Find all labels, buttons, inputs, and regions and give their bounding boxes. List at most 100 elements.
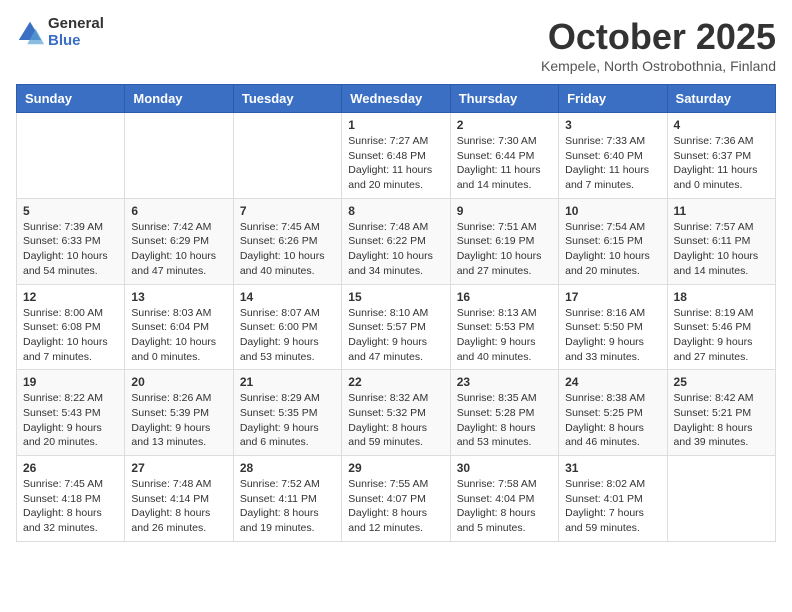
week-row-3: 12 Sunrise: 8:00 AM Sunset: 6:08 PM Dayli… xyxy=(17,284,776,370)
day-number: 22 xyxy=(348,375,443,389)
day-info: Sunrise: 7:48 AM Sunset: 4:14 PM Dayligh… xyxy=(131,477,226,536)
calendar-cell: 14 Sunrise: 8:07 AM Sunset: 6:00 PM Dayli… xyxy=(233,284,341,370)
day-number: 2 xyxy=(457,118,552,132)
day-info: Sunrise: 7:45 AM Sunset: 6:26 PM Dayligh… xyxy=(240,220,335,279)
calendar-cell: 13Sunrise: 8:03 AM Sunset: 6:04 PM Dayli… xyxy=(125,284,233,370)
calendar-cell: 12 Sunrise: 8:00 AM Sunset: 6:08 PM Dayli… xyxy=(17,284,125,370)
calendar-cell: 28 Sunrise: 7:52 AM Sunset: 4:11 PM Dayli… xyxy=(233,456,341,542)
logo: General Blue xyxy=(16,16,104,49)
day-info: Sunrise: 7:30 AM Sunset: 6:44 PM Dayligh… xyxy=(457,134,552,193)
calendar-cell: 23 Sunrise: 8:35 AM Sunset: 5:28 PM Dayli… xyxy=(450,370,558,456)
day-info: Sunrise: 8:00 AM Sunset: 6:08 PM Dayligh… xyxy=(23,306,118,365)
day-info: Sunrise: 8:19 AM Sunset: 5:46 PM Dayligh… xyxy=(674,306,769,365)
logo-text: General Blue xyxy=(48,16,104,49)
day-number: 25 xyxy=(674,375,769,389)
calendar-cell: 15 Sunrise: 8:10 AM Sunset: 5:57 PM Dayli… xyxy=(342,284,450,370)
calendar-cell xyxy=(233,113,341,199)
day-number: 19 xyxy=(23,375,118,389)
day-info: Sunrise: 8:26 AM Sunset: 5:39 PM Dayligh… xyxy=(131,391,226,450)
day-number: 9 xyxy=(457,204,552,218)
title-block: October 2025 Kempele, North Ostrobothnia… xyxy=(541,16,776,74)
day-info: Sunrise: 8:42 AM Sunset: 5:21 PM Dayligh… xyxy=(674,391,769,450)
day-number: 26 xyxy=(23,461,118,475)
day-number: 14 xyxy=(240,290,335,304)
day-number: 5 xyxy=(23,204,118,218)
day-info: Sunrise: 7:48 AM Sunset: 6:22 PM Dayligh… xyxy=(348,220,443,279)
week-row-5: 26 Sunrise: 7:45 AM Sunset: 4:18 PM Dayli… xyxy=(17,456,776,542)
day-info: Sunrise: 7:45 AM Sunset: 4:18 PM Dayligh… xyxy=(23,477,118,536)
calendar-cell: 25 Sunrise: 8:42 AM Sunset: 5:21 PM Dayli… xyxy=(667,370,775,456)
calendar-cell: 20 Sunrise: 8:26 AM Sunset: 5:39 PM Dayli… xyxy=(125,370,233,456)
calendar-cell: 9 Sunrise: 7:51 AM Sunset: 6:19 PM Daylig… xyxy=(450,198,558,284)
day-info: Sunrise: 8:29 AM Sunset: 5:35 PM Dayligh… xyxy=(240,391,335,450)
calendar-header-row: SundayMondayTuesdayWednesdayThursdayFrid… xyxy=(17,85,776,113)
calendar-cell: 16 Sunrise: 8:13 AM Sunset: 5:53 PM Dayli… xyxy=(450,284,558,370)
calendar: SundayMondayTuesdayWednesdayThursdayFrid… xyxy=(16,84,776,542)
calendar-cell: 30Sunrise: 7:58 AM Sunset: 4:04 PM Dayli… xyxy=(450,456,558,542)
day-number: 29 xyxy=(348,461,443,475)
day-header-thursday: Thursday xyxy=(450,85,558,113)
day-info: Sunrise: 8:35 AM Sunset: 5:28 PM Dayligh… xyxy=(457,391,552,450)
day-number: 12 xyxy=(23,290,118,304)
day-header-monday: Monday xyxy=(125,85,233,113)
day-header-saturday: Saturday xyxy=(667,85,775,113)
day-info: Sunrise: 8:16 AM Sunset: 5:50 PM Dayligh… xyxy=(565,306,660,365)
day-header-sunday: Sunday xyxy=(17,85,125,113)
day-number: 7 xyxy=(240,204,335,218)
day-header-wednesday: Wednesday xyxy=(342,85,450,113)
day-info: Sunrise: 8:02 AM Sunset: 4:01 PM Dayligh… xyxy=(565,477,660,536)
day-header-tuesday: Tuesday xyxy=(233,85,341,113)
day-number: 28 xyxy=(240,461,335,475)
calendar-cell: 7 Sunrise: 7:45 AM Sunset: 6:26 PM Daylig… xyxy=(233,198,341,284)
calendar-cell: 17 Sunrise: 8:16 AM Sunset: 5:50 PM Dayli… xyxy=(559,284,667,370)
day-info: Sunrise: 8:22 AM Sunset: 5:43 PM Dayligh… xyxy=(23,391,118,450)
calendar-cell: 1Sunrise: 7:27 AM Sunset: 6:48 PM Daylig… xyxy=(342,113,450,199)
day-number: 15 xyxy=(348,290,443,304)
day-info: Sunrise: 7:52 AM Sunset: 4:11 PM Dayligh… xyxy=(240,477,335,536)
calendar-cell: 29Sunrise: 7:55 AM Sunset: 4:07 PM Dayli… xyxy=(342,456,450,542)
day-number: 21 xyxy=(240,375,335,389)
day-info: Sunrise: 8:10 AM Sunset: 5:57 PM Dayligh… xyxy=(348,306,443,365)
calendar-cell xyxy=(17,113,125,199)
day-number: 31 xyxy=(565,461,660,475)
day-info: Sunrise: 8:07 AM Sunset: 6:00 PM Dayligh… xyxy=(240,306,335,365)
month-title: October 2025 xyxy=(541,16,776,58)
calendar-cell: 24 Sunrise: 8:38 AM Sunset: 5:25 PM Dayli… xyxy=(559,370,667,456)
calendar-cell: 21 Sunrise: 8:29 AM Sunset: 5:35 PM Dayli… xyxy=(233,370,341,456)
day-number: 23 xyxy=(457,375,552,389)
calendar-cell: 6 Sunrise: 7:42 AM Sunset: 6:29 PM Daylig… xyxy=(125,198,233,284)
week-row-4: 19 Sunrise: 8:22 AM Sunset: 5:43 PM Dayli… xyxy=(17,370,776,456)
day-info: Sunrise: 7:58 AM Sunset: 4:04 PM Dayligh… xyxy=(457,477,552,536)
day-info: Sunrise: 7:42 AM Sunset: 6:29 PM Dayligh… xyxy=(131,220,226,279)
location: Kempele, North Ostrobothnia, Finland xyxy=(541,58,776,74)
day-info: Sunrise: 7:57 AM Sunset: 6:11 PM Dayligh… xyxy=(674,220,769,279)
day-info: Sunrise: 7:51 AM Sunset: 6:19 PM Dayligh… xyxy=(457,220,552,279)
day-number: 6 xyxy=(131,204,226,218)
logo-blue: Blue xyxy=(48,33,104,50)
header: General Blue October 2025 Kempele, North… xyxy=(16,16,776,74)
day-info: Sunrise: 7:36 AM Sunset: 6:37 PM Dayligh… xyxy=(674,134,769,193)
calendar-cell: 22Sunrise: 8:32 AM Sunset: 5:32 PM Dayli… xyxy=(342,370,450,456)
day-number: 17 xyxy=(565,290,660,304)
calendar-cell xyxy=(667,456,775,542)
day-number: 24 xyxy=(565,375,660,389)
day-info: Sunrise: 7:39 AM Sunset: 6:33 PM Dayligh… xyxy=(23,220,118,279)
calendar-cell: 31 Sunrise: 8:02 AM Sunset: 4:01 PM Dayli… xyxy=(559,456,667,542)
calendar-cell: 27 Sunrise: 7:48 AM Sunset: 4:14 PM Dayli… xyxy=(125,456,233,542)
day-number: 3 xyxy=(565,118,660,132)
logo-general: General xyxy=(48,16,104,33)
day-number: 10 xyxy=(565,204,660,218)
day-number: 1 xyxy=(348,118,443,132)
week-row-1: 1Sunrise: 7:27 AM Sunset: 6:48 PM Daylig… xyxy=(17,113,776,199)
day-info: Sunrise: 8:38 AM Sunset: 5:25 PM Dayligh… xyxy=(565,391,660,450)
day-info: Sunrise: 8:13 AM Sunset: 5:53 PM Dayligh… xyxy=(457,306,552,365)
day-number: 20 xyxy=(131,375,226,389)
calendar-cell: 19 Sunrise: 8:22 AM Sunset: 5:43 PM Dayli… xyxy=(17,370,125,456)
calendar-body: 1Sunrise: 7:27 AM Sunset: 6:48 PM Daylig… xyxy=(17,113,776,542)
day-number: 27 xyxy=(131,461,226,475)
day-number: 16 xyxy=(457,290,552,304)
logo-icon xyxy=(16,19,44,47)
calendar-cell xyxy=(125,113,233,199)
calendar-cell: 18Sunrise: 8:19 AM Sunset: 5:46 PM Dayli… xyxy=(667,284,775,370)
calendar-cell: 5 Sunrise: 7:39 AM Sunset: 6:33 PM Daylig… xyxy=(17,198,125,284)
